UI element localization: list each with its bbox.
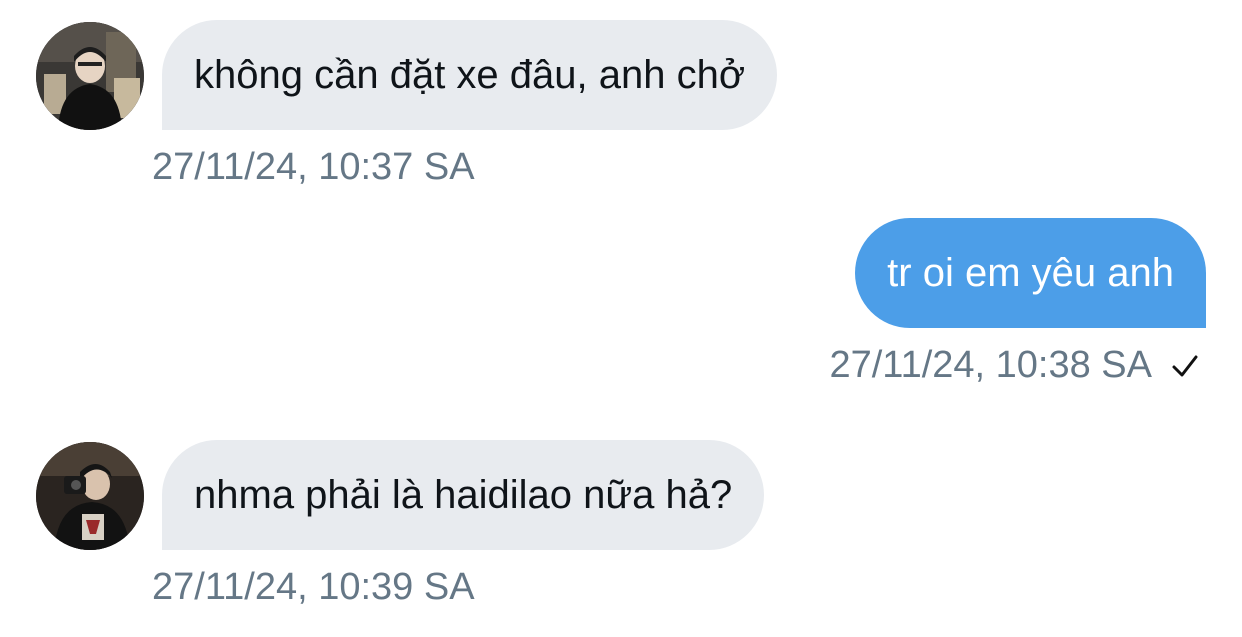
message-text: tr oi em yêu anh (887, 250, 1174, 295)
avatar-photo-2 (36, 442, 144, 550)
message-timestamp: 27/11/24, 10:37 SA (152, 146, 475, 189)
message-text: không cần đặt xe đâu, anh chở (194, 52, 746, 97)
message-bubble-incoming[interactable]: không cần đặt xe đâu, anh chở (162, 20, 778, 130)
message-bubble-outgoing[interactable]: tr oi em yêu anh (855, 218, 1206, 328)
timestamp-text: 27/11/24, 10:38 SA (829, 344, 1152, 386)
sender-avatar[interactable] (36, 442, 144, 550)
message-timestamp: 27/11/24, 10:39 SA (152, 566, 475, 609)
checkmark-icon (1172, 355, 1198, 376)
message-timestamp: 27/11/24, 10:38 SA (829, 344, 1200, 387)
timestamp-text: 27/11/24, 10:39 SA (152, 566, 475, 608)
avatar-photo-1 (36, 22, 144, 130)
timestamp-text: 27/11/24, 10:37 SA (152, 146, 475, 188)
message-bubble-incoming[interactable]: nhma phải là haidilao nữa hả? (162, 440, 765, 550)
message-text: nhma phải là haidilao nữa hả? (194, 472, 733, 517)
sender-avatar[interactable] (36, 22, 144, 130)
